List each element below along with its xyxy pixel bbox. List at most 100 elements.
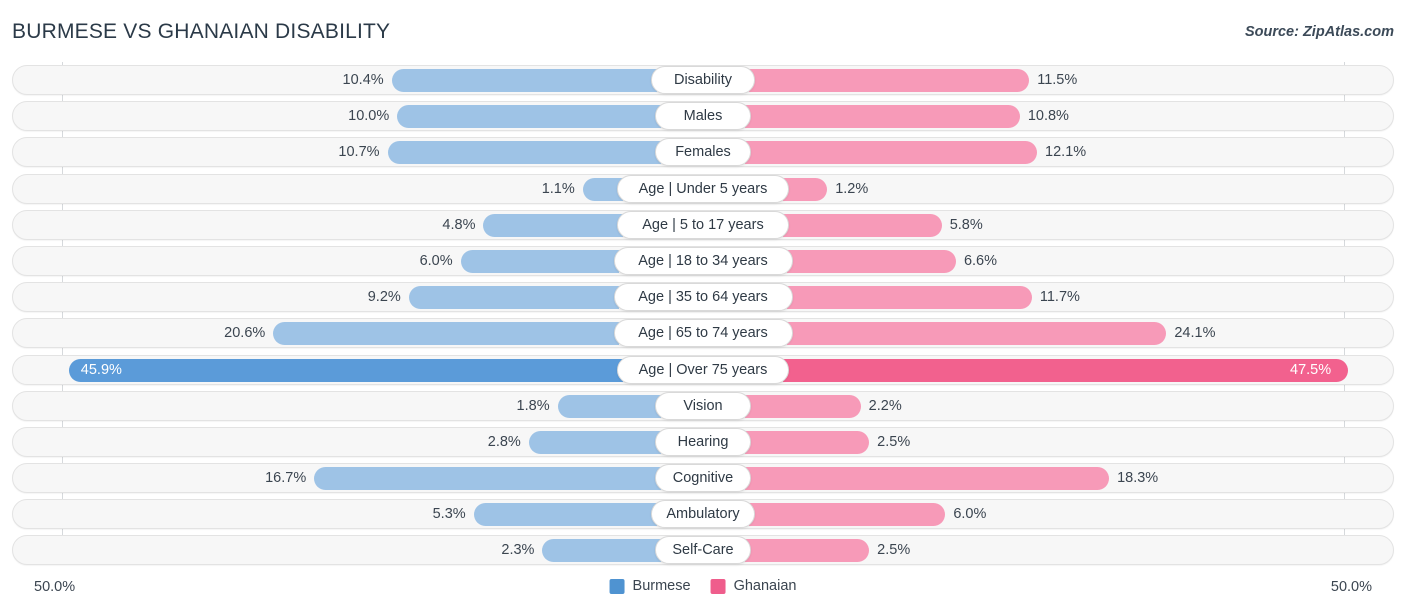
bar-burmese[interactable] (68, 358, 624, 382)
category-label-pill[interactable]: Age | Under 5 years (617, 174, 789, 203)
bar-ghanaian[interactable] (745, 539, 870, 563)
chart-page: BURMESE VS GHANAIAN DISABILITY Source: Z… (0, 0, 1406, 612)
bar-ghanaian[interactable] (745, 141, 1038, 165)
value-label-ghanaian: 18.3% (1117, 470, 1159, 487)
category-label-pill[interactable]: Age | 5 to 17 years (617, 210, 789, 239)
category-label-pill[interactable]: Age | 35 to 64 years (613, 283, 793, 312)
bar-burmese[interactable] (460, 249, 620, 273)
bar-burmese[interactable] (387, 141, 661, 165)
bar-ghanaian[interactable] (786, 249, 956, 273)
bar-burmese[interactable] (314, 467, 661, 491)
category-label-text: Vision (683, 397, 723, 414)
plot-area: 10.4% 11.5% Disability 10.0% 10.8% Males 10.7%… (0, 62, 1406, 570)
bar-burmese[interactable] (542, 539, 661, 563)
bar-burmese[interactable] (408, 286, 620, 310)
category-label-pill[interactable]: Vision (655, 391, 751, 420)
table-row[interactable]: 5.3% 6.0% Ambulatory (0, 496, 1406, 532)
value-label-burmese: 10.0% (348, 108, 390, 125)
value-label-burmese: 1.8% (516, 397, 550, 414)
value-label-burmese: 5.3% (432, 506, 466, 523)
value-label-ghanaian: 6.6% (963, 252, 997, 269)
category-label-text: Age | 35 to 64 years (638, 289, 768, 306)
value-label-ghanaian: 5.8% (949, 216, 983, 233)
value-label-ghanaian: 24.1% (1174, 325, 1216, 342)
table-row[interactable]: 2.3% 2.5% Self-Care (0, 532, 1406, 568)
legend-item[interactable]: Burmese (609, 578, 691, 594)
value-label-ghanaian: 1.2% (835, 180, 869, 197)
bar-ghanaian[interactable] (745, 467, 1110, 491)
category-label-pill[interactable]: Disability (651, 66, 755, 94)
value-label-ghanaian: 2.5% (877, 542, 911, 559)
table-row[interactable]: 9.2% 11.7% Age | 35 to 64 years (0, 279, 1406, 315)
value-label-burmese: 16.7% (265, 470, 307, 487)
bar-burmese[interactable] (391, 69, 658, 92)
value-label-burmese: 20.6% (224, 325, 266, 342)
axis-label-left: 50.0% (34, 579, 76, 595)
bar-ghanaian[interactable] (782, 358, 1348, 382)
value-label-burmese: 10.7% (338, 144, 380, 161)
bar-ghanaian[interactable] (748, 503, 946, 527)
value-label-ghanaian: 11.5% (1037, 72, 1078, 88)
table-row[interactable]: 2.8% 2.5% Hearing (0, 424, 1406, 460)
category-label-pill[interactable]: Self-Care (655, 536, 751, 565)
bar-burmese[interactable] (273, 322, 620, 346)
category-label-text: Age | Over 75 years (638, 361, 768, 378)
category-label-pill[interactable]: Hearing (655, 427, 751, 456)
table-row[interactable]: 10.4% 11.5% Disability (0, 62, 1406, 98)
bar-ghanaian[interactable] (786, 322, 1167, 346)
bar-burmese[interactable] (528, 430, 661, 454)
legend: Burmese Ghanaian (609, 578, 797, 594)
table-row[interactable]: 1.8% 2.2% Vision (0, 388, 1406, 424)
table-row[interactable]: 16.7% 18.3% Cognitive (0, 460, 1406, 496)
legend-label: Burmese (632, 578, 691, 594)
value-label-ghanaian: 2.5% (877, 433, 911, 450)
bar-ghanaian[interactable] (748, 69, 1030, 92)
bar-burmese[interactable] (397, 105, 661, 129)
page-title: BURMESE VS GHANAIAN DISABILITY (12, 20, 391, 43)
value-label-burmese: 45.9% (80, 361, 122, 378)
bar-ghanaian[interactable] (745, 394, 861, 418)
bar-ghanaian[interactable] (786, 286, 1032, 310)
category-label-text: Males (683, 108, 723, 125)
table-row[interactable]: 4.8% 5.8% Age | 5 to 17 years (0, 207, 1406, 243)
table-row[interactable]: 20.6% 24.1% Age | 65 to 74 years (0, 315, 1406, 351)
category-label-text: Disability (673, 72, 732, 88)
category-label-text: Ambulatory (666, 506, 740, 523)
value-label-ghanaian: 6.0% (953, 506, 987, 523)
category-label-pill[interactable]: Age | 18 to 34 years (613, 246, 793, 275)
table-row[interactable]: 10.0% 10.8% Males (0, 98, 1406, 134)
bar-ghanaian[interactable] (745, 105, 1020, 129)
value-label-ghanaian: 47.5% (1290, 361, 1332, 378)
category-label-text: Cognitive (672, 470, 734, 487)
category-label-pill[interactable]: Males (655, 102, 751, 131)
bar-burmese[interactable] (483, 213, 624, 237)
bar-ghanaian[interactable] (782, 213, 942, 237)
bar-ghanaian[interactable] (782, 177, 828, 201)
bar-burmese[interactable] (557, 394, 661, 418)
bar-burmese[interactable] (473, 503, 658, 527)
value-label-burmese: 1.1% (541, 180, 575, 197)
table-row[interactable]: 10.7% 12.1% Females (0, 134, 1406, 170)
legend-item[interactable]: Ghanaian (710, 578, 797, 594)
category-label-text: Age | Under 5 years (638, 180, 768, 197)
axis-label-right: 50.0% (1330, 579, 1372, 595)
category-label-pill[interactable]: Age | 65 to 74 years (613, 319, 793, 348)
category-label-pill[interactable]: Age | Over 75 years (617, 355, 789, 384)
legend-label: Ghanaian (733, 578, 797, 594)
value-label-burmese: 4.8% (442, 216, 476, 233)
category-label-pill[interactable]: Ambulatory (651, 500, 755, 529)
category-label-text: Hearing (677, 433, 729, 450)
category-label-pill[interactable]: Females (655, 138, 751, 167)
chart-footer: 50.0% 50.0% Burmese Ghanaian (0, 572, 1406, 612)
bar-ghanaian[interactable] (745, 430, 870, 454)
category-label-text: Females (675, 144, 731, 161)
category-label-text: Self-Care (672, 542, 734, 559)
bar-rows: 10.4% 11.5% Disability 10.0% 10.8% Males 10.7%… (0, 62, 1406, 569)
value-label-burmese: 2.8% (487, 433, 521, 450)
legend-swatch-icon (609, 578, 625, 594)
table-row[interactable]: 1.1% 1.2% Age | Under 5 years (0, 171, 1406, 207)
category-label-pill[interactable]: Cognitive (655, 464, 751, 493)
value-label-burmese: 10.4% (342, 72, 384, 88)
table-row[interactable]: 6.0% 6.6% Age | 18 to 34 years (0, 243, 1406, 279)
table-row[interactable]: 45.9% 47.5% Age | Over 75 years (0, 352, 1406, 388)
